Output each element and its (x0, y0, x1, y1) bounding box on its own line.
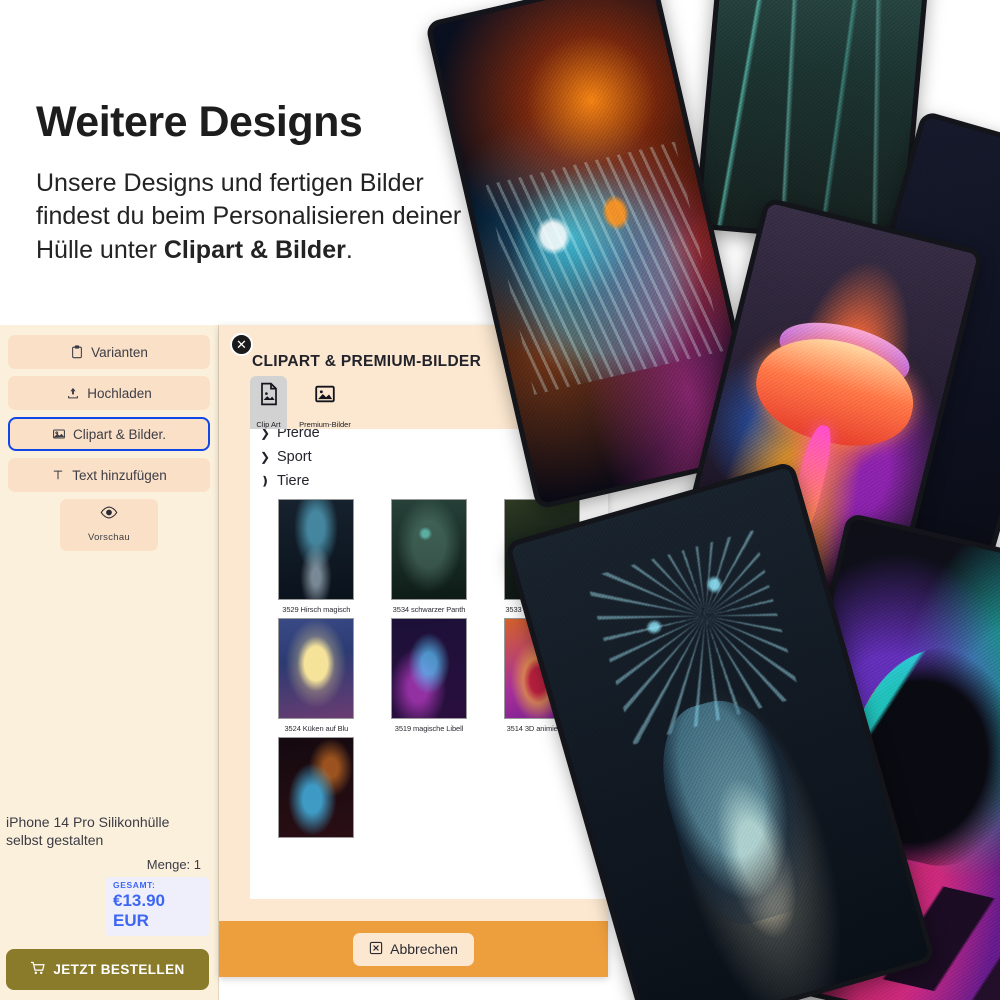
promo-subtext-prefix: Hülle unter (36, 235, 164, 264)
tab-premium-bilder[interactable]: Premium-Bilder (291, 376, 359, 436)
file-image-icon (254, 382, 283, 411)
total-value: €13.90 EUR (113, 891, 165, 930)
chevron-down-icon: ❫ (260, 474, 271, 488)
total-price-badge: GESAMT: €13.90 EUR (105, 877, 209, 936)
product-summary: iPhone 14 Pro Silikonhülle selbst gestal… (0, 813, 219, 1000)
product-quantity: Menge: 1 (146, 857, 201, 872)
product-title-line-1: iPhone 14 Pro Silikonhülle (6, 813, 170, 830)
clipart-caption: 3534 schwarzer Panth (392, 605, 466, 614)
sidebar-item-clipart-bilder[interactable]: Clipart & Bilder. (8, 417, 210, 451)
clipart-thumbnail-image[interactable] (390, 618, 467, 719)
clipart-item[interactable]: 3529 Hirsch magisch (260, 499, 373, 614)
product-title-line-2: selbst gestalten (6, 831, 104, 848)
promo-subtext-line-2: findest du beim Personalisieren deiner (36, 202, 462, 231)
sidebar-item-label: Clipart & Bilder. (72, 426, 167, 442)
clipart-thumbnail-image[interactable] (278, 499, 355, 600)
order-now-button[interactable]: JETZT BESTELLEN (6, 949, 209, 990)
clipart-thumbnail-image[interactable] (390, 499, 467, 600)
text-icon (51, 468, 65, 482)
cancel-button[interactable]: Abbrechen (353, 932, 474, 966)
sidebar-item-hochladen[interactable]: Hochladen (8, 376, 210, 410)
clipart-item[interactable]: 3524 Küken auf Blu (260, 618, 373, 733)
sidebar-item-label: Text hinzufügen (72, 467, 167, 483)
eye-icon (60, 506, 158, 524)
dialog-title: CLIPART & PREMIUM-BILDER (252, 353, 482, 370)
promo-subtext-line-1: Unsere Designs und fertigen Bilder (36, 169, 424, 198)
sidebar-item-text-hinzufuegen[interactable]: Text hinzufügen (8, 458, 210, 492)
product-title: iPhone 14 Pro Silikonhülle selbst gestal… (6, 813, 209, 849)
cancel-label: Abbrechen (390, 941, 458, 957)
promo-subtext-line-3: Hülle unter Clipart & Bilder. (36, 234, 506, 267)
editor-screenshot: Varianten Hochladen Clipart & Bilder. Te… (0, 325, 608, 1000)
clipart-item[interactable]: 3519 magische Libell (373, 618, 486, 733)
sidebar-button-list: Varianten Hochladen Clipart & Bilder. Te… (0, 325, 218, 551)
sidebar-item-varianten[interactable]: Varianten (8, 335, 210, 369)
tab-label: Clip Art (256, 420, 281, 429)
clipart-thumbnail-image[interactable] (278, 618, 355, 719)
picture-icon (295, 382, 355, 411)
sidebar-item-label: Varianten (91, 344, 148, 360)
clipart-item[interactable]: 3534 schwarzer Panth (373, 499, 486, 614)
clipart-caption: 3524 Küken auf Blu (284, 724, 349, 733)
promo-text-block: Weitere Designs Unsere Designs und ferti… (36, 98, 506, 267)
chevron-right-icon: ❯ (260, 450, 271, 464)
order-now-label: JETZT BESTELLEN (53, 962, 185, 977)
cart-icon (30, 961, 46, 978)
promo-subtext-emphasis: Clipart & Bilder (163, 235, 346, 264)
category-label: Pferde (277, 429, 320, 441)
promo-subtext: Unsere Designs und fertigen Bilder finde… (36, 167, 506, 267)
image-icon (52, 427, 66, 441)
clipart-thumbnail-image[interactable] (278, 737, 355, 838)
upload-icon (66, 386, 80, 400)
dialog-footer: Abbrechen (219, 921, 608, 977)
close-icon[interactable]: ✕ (230, 333, 253, 356)
sidebar-item-label: Hochladen (87, 385, 152, 401)
clipboard-icon (70, 345, 84, 359)
category-label: Sport (277, 449, 312, 465)
preview-label: Vorschau (87, 532, 130, 543)
dialog-tabs: Clip Art Premium-Bilder (250, 376, 359, 436)
configurator-sidebar: Varianten Hochladen Clipart & Bilder. Te… (0, 325, 219, 1000)
page-title: Weitere Designs (36, 98, 363, 146)
category-label: Tiere (277, 473, 310, 489)
preview-button[interactable]: Vorschau (60, 499, 158, 551)
tab-label: Premium-Bilder (299, 420, 351, 429)
clipart-item-partial[interactable] (260, 737, 373, 838)
tab-clip-art[interactable]: Clip Art (250, 376, 287, 436)
case-texture (699, 0, 925, 242)
total-label: GESAMT: (113, 880, 156, 890)
promo-subtext-suffix: . (345, 235, 353, 264)
close-box-icon (369, 941, 383, 958)
clipart-caption: 3519 magische Libell (394, 724, 464, 733)
clipart-caption: 3529 Hirsch magisch (282, 605, 351, 614)
chevron-right-icon: ❯ (260, 429, 271, 440)
